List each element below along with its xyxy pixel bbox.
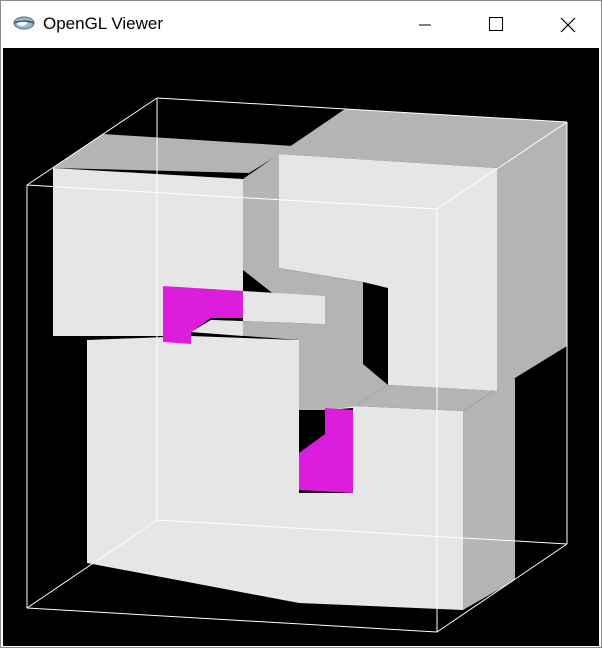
rendered-scene [26, 97, 568, 633]
bbox-edge [26, 607, 438, 633]
gl-viewport[interactable] [3, 48, 599, 646]
maximize-icon [489, 17, 503, 31]
maximize-button[interactable] [461, 1, 531, 47]
front-block-side [463, 378, 515, 610]
highlight-upper [163, 286, 243, 344]
close-icon [560, 17, 576, 33]
highlight-lower [299, 408, 353, 493]
left-block-top [53, 134, 293, 173]
minimize-icon [419, 24, 431, 26]
window-title: OpenGL Viewer [43, 14, 164, 33]
title-bar[interactable]: OpenGL Viewer [1, 1, 601, 47]
app-window: OpenGL Viewer [0, 0, 602, 648]
close-button[interactable] [531, 1, 601, 47]
front-lower-face [87, 336, 299, 603]
minimize-button[interactable] [394, 1, 464, 47]
gl-logo-icon [12, 14, 36, 32]
